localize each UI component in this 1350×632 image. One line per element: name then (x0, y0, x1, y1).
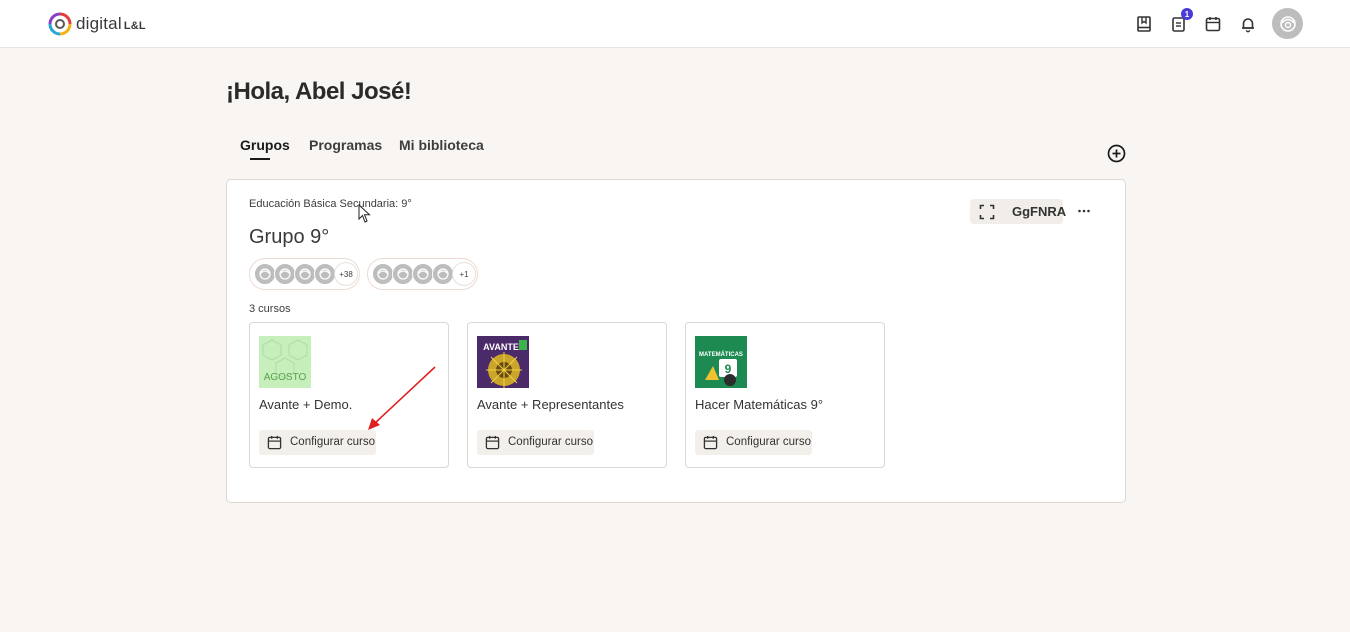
avatar (432, 263, 454, 285)
group-code: GgFNRA (1012, 204, 1067, 219)
svg-text:MATEMÁTICAS: MATEMÁTICAS (699, 351, 743, 358)
calendar-icon (485, 435, 500, 450)
course-card-hacer-matematicas[interactable]: MATEMÁTICAS 9 Hacer Matemáticas 9° Confi… (685, 322, 885, 468)
course-card-avante-demo[interactable]: AGOSTO Avante + Demo. Configurar curso (249, 322, 449, 468)
course-name: Hacer Matemáticas 9° (695, 397, 824, 412)
configure-course-button[interactable]: Configurar curso (259, 430, 376, 455)
group-subtitle: Educación Básica Secundaria: 9° (249, 198, 412, 210)
tasks-icon[interactable]: 1 (1167, 8, 1193, 36)
configure-course-label: Configurar curso (508, 436, 594, 448)
course-name: Avante + Representantes (477, 397, 624, 412)
course-name: Avante + Demo. (259, 397, 353, 412)
configure-course-label: Configurar curso (290, 436, 376, 448)
book-icon[interactable] (1132, 12, 1156, 36)
top-bar: digital L&L 1 (0, 0, 1350, 48)
teachers-more-count: +1 (452, 262, 476, 286)
course-cover: AVANTE (477, 336, 529, 388)
group-title: Grupo 9° (249, 226, 330, 248)
avatar (294, 263, 316, 285)
logo[interactable]: digital L&L (48, 11, 146, 37)
avatar (372, 263, 394, 285)
group-code-button[interactable]: GgFNRA (970, 199, 1067, 224)
avatar (392, 263, 414, 285)
tab-grupos[interactable]: Grupos (240, 137, 290, 160)
logo-text: digital L&L (76, 14, 146, 33)
bell-icon[interactable] (1236, 12, 1260, 36)
logo-mark-icon (48, 12, 72, 36)
svg-text:AVANTE: AVANTE (483, 342, 519, 352)
configure-course-label: Configurar curso (726, 436, 812, 448)
svg-text:AGOSTO: AGOSTO (264, 372, 307, 383)
avatar-face-icon (1279, 15, 1296, 32)
group-card[interactable]: Educación Básica Secundaria: 9° Grupo 9°… (226, 179, 1126, 503)
fullscreen-icon (979, 204, 995, 220)
calendar-icon[interactable] (1201, 12, 1225, 36)
course-card-avante-representantes[interactable]: AVANTE Avante + Representantes Configura… (467, 322, 667, 468)
students-more-count: +38 (334, 262, 358, 286)
svg-text:9: 9 (725, 362, 732, 376)
tab-programas[interactable]: Programas (309, 137, 382, 153)
more-options-icon[interactable] (1076, 203, 1092, 219)
avatar (254, 263, 276, 285)
greeting-title: ¡Hola, Abel José! (226, 78, 412, 105)
teachers-avatars[interactable]: +1 (367, 258, 478, 290)
calendar-icon (267, 435, 282, 450)
avatar (314, 263, 336, 285)
calendar-icon (703, 435, 718, 450)
configure-course-button[interactable]: Configurar curso (477, 430, 594, 455)
course-cover: AGOSTO (259, 336, 311, 388)
add-group-button[interactable] (1107, 144, 1126, 163)
avatar (274, 263, 296, 285)
students-avatars[interactable]: +38 (249, 258, 360, 290)
course-count: 3 cursos (249, 303, 291, 315)
course-cover: MATEMÁTICAS 9 (695, 336, 747, 388)
notification-badge: 1 (1181, 8, 1193, 20)
configure-course-button[interactable]: Configurar curso (695, 430, 812, 455)
tab-mi-biblioteca[interactable]: Mi biblioteca (399, 137, 484, 153)
user-avatar[interactable] (1272, 8, 1303, 39)
avatar (412, 263, 434, 285)
